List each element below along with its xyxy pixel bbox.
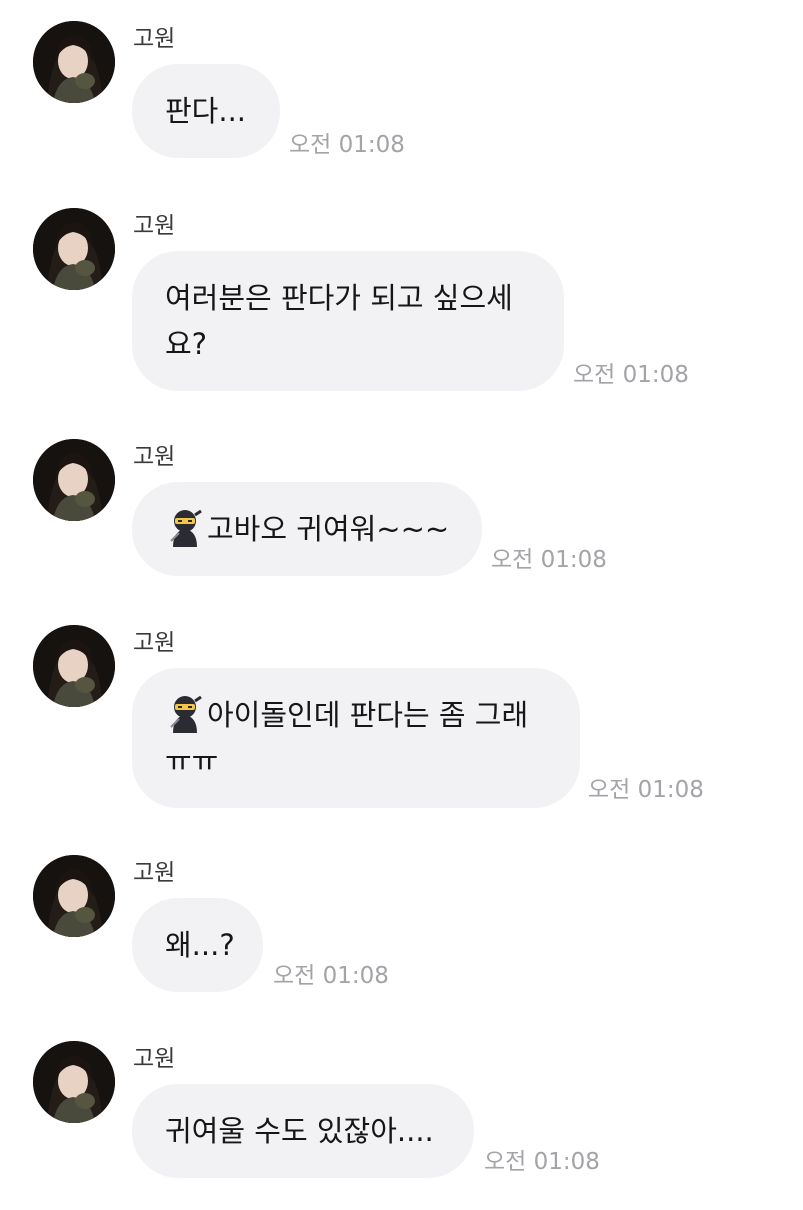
chat-message: 고원 귀여울 수도 있잖아.... 오전 01:08 (0, 1020, 803, 1210)
sender-name: 고원 (133, 213, 176, 239)
message-text: 아이돌인데 판다는 좀 그래 (207, 698, 529, 732)
chat-message: 고원 고바오 귀여워~~~ 오전 01:08 (0, 418, 803, 608)
timestamp: 오전 01:08 (573, 362, 689, 388)
avatar[interactable] (33, 21, 115, 103)
message-line: 고바오 귀여워~~~ (165, 506, 449, 552)
ninja-emoji-icon (170, 695, 202, 733)
message-bubble[interactable]: 귀여울 수도 있잖아.... (132, 1084, 474, 1178)
message-bubble[interactable]: 여러분은 판다가 되고 싶으세 요? (132, 251, 564, 391)
sender-name: 고원 (133, 860, 176, 886)
message-bubble[interactable]: 판다... (132, 64, 280, 158)
avatar[interactable] (33, 439, 115, 521)
avatar[interactable] (33, 208, 115, 290)
timestamp: 오전 01:08 (588, 777, 704, 803)
avatar[interactable] (33, 1041, 115, 1123)
chat-message: 고원 판다... 오전 01:08 (0, 0, 803, 190)
chat-message: 고원 아이돌인데 판다는 좀 그래 ㅠㅠ 오전 01:08 (0, 604, 803, 808)
message-text: 판다... (165, 94, 247, 128)
avatar-image (33, 208, 115, 290)
message-text-line: 여러분은 판다가 되고 싶으세 (165, 281, 513, 315)
timestamp: 오전 01:08 (273, 963, 389, 989)
chat-message: 고원 여러분은 판다가 되고 싶으세 요? 오전 01:08 (0, 187, 803, 391)
avatar-image (33, 21, 115, 103)
chat-message: 고원 왜...? 오전 01:08 (0, 834, 803, 1024)
message-bubble[interactable]: 아이돌인데 판다는 좀 그래 ㅠㅠ (132, 668, 580, 808)
avatar-image (33, 1041, 115, 1123)
message-bubble[interactable]: 고바오 귀여워~~~ (132, 482, 482, 576)
avatar-image (33, 625, 115, 707)
message-text-line: 요? (165, 327, 208, 361)
timestamp: 오전 01:08 (484, 1149, 600, 1175)
avatar[interactable] (33, 855, 115, 937)
message-text: 왜...? (165, 928, 235, 962)
message-bubble[interactable]: 왜...? (132, 898, 263, 992)
avatar[interactable] (33, 625, 115, 707)
message-text: 고바오 귀여워~~~ (207, 512, 450, 546)
ninja-emoji-icon (170, 509, 202, 547)
sender-name: 고원 (133, 444, 176, 470)
message-line: 아이돌인데 판다는 좀 그래 (165, 692, 547, 738)
timestamp: 오전 01:08 (289, 132, 405, 158)
timestamp: 오전 01:08 (491, 547, 607, 573)
sender-name: 고원 (133, 1046, 176, 1072)
avatar-image (33, 439, 115, 521)
sender-name: 고원 (133, 630, 176, 656)
message-text-line: ㅠㅠ (165, 744, 219, 778)
sender-name: 고원 (133, 26, 176, 52)
message-text: 귀여울 수도 있잖아.... (165, 1114, 434, 1148)
avatar-image (33, 855, 115, 937)
